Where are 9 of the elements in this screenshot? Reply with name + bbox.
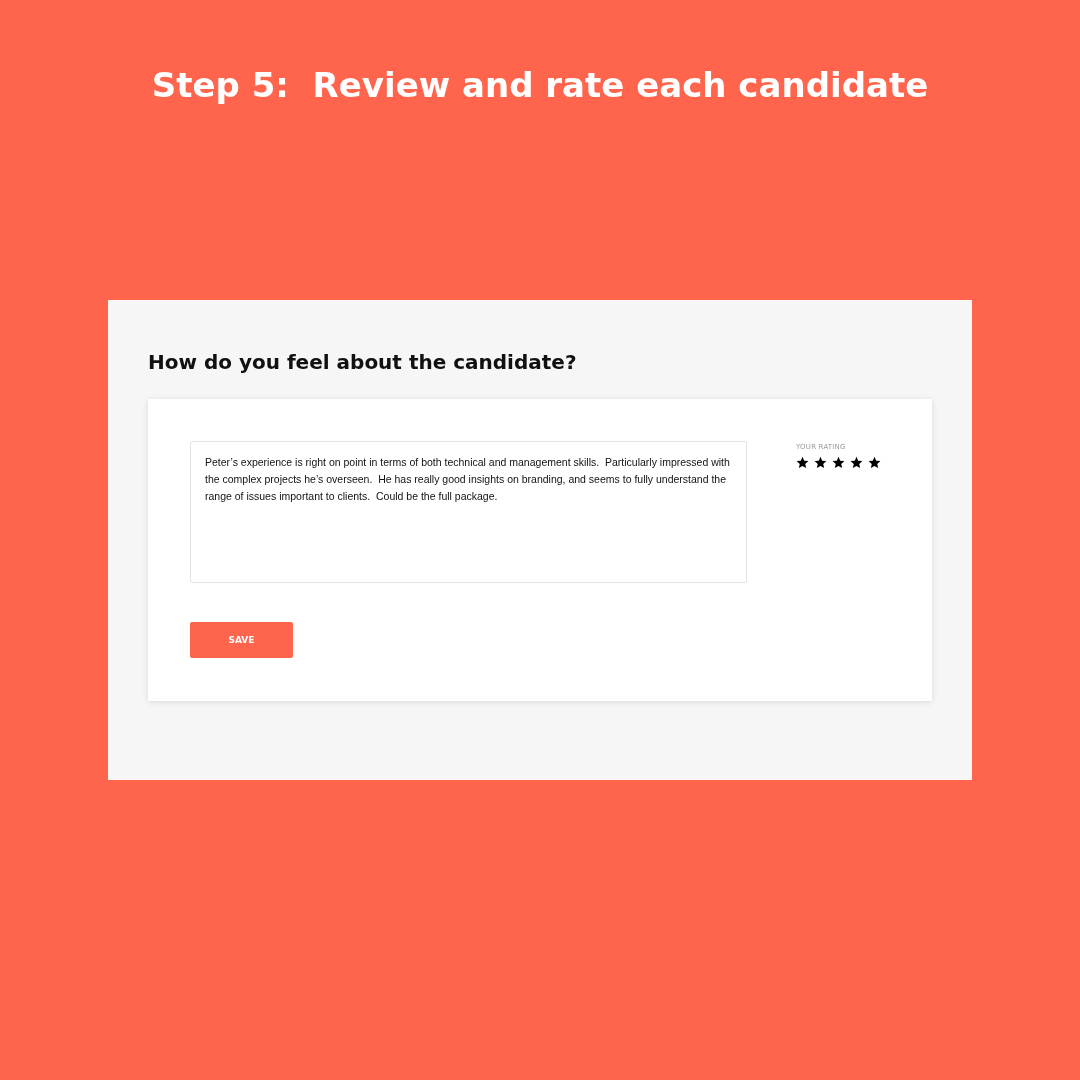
star-rating[interactable] [796, 456, 881, 469]
star-icon[interactable] [796, 456, 809, 469]
star-icon[interactable] [814, 456, 827, 469]
headline: Step 5: Review and rate each candidate [151, 64, 929, 107]
review-field[interactable]: Peter’s experience is right on point in terms of both technical and management skills. Particularly impressed with the complex projects he’s overseen. He has really good insights on branding, and seems to fully understand the range of issues important to clients. Could be the full package. [190, 441, 747, 583]
star-icon[interactable] [832, 456, 845, 469]
star-icon[interactable] [850, 456, 863, 469]
star-icon[interactable] [868, 456, 881, 469]
question-heading: How do you feel about the candidate? [148, 349, 578, 376]
